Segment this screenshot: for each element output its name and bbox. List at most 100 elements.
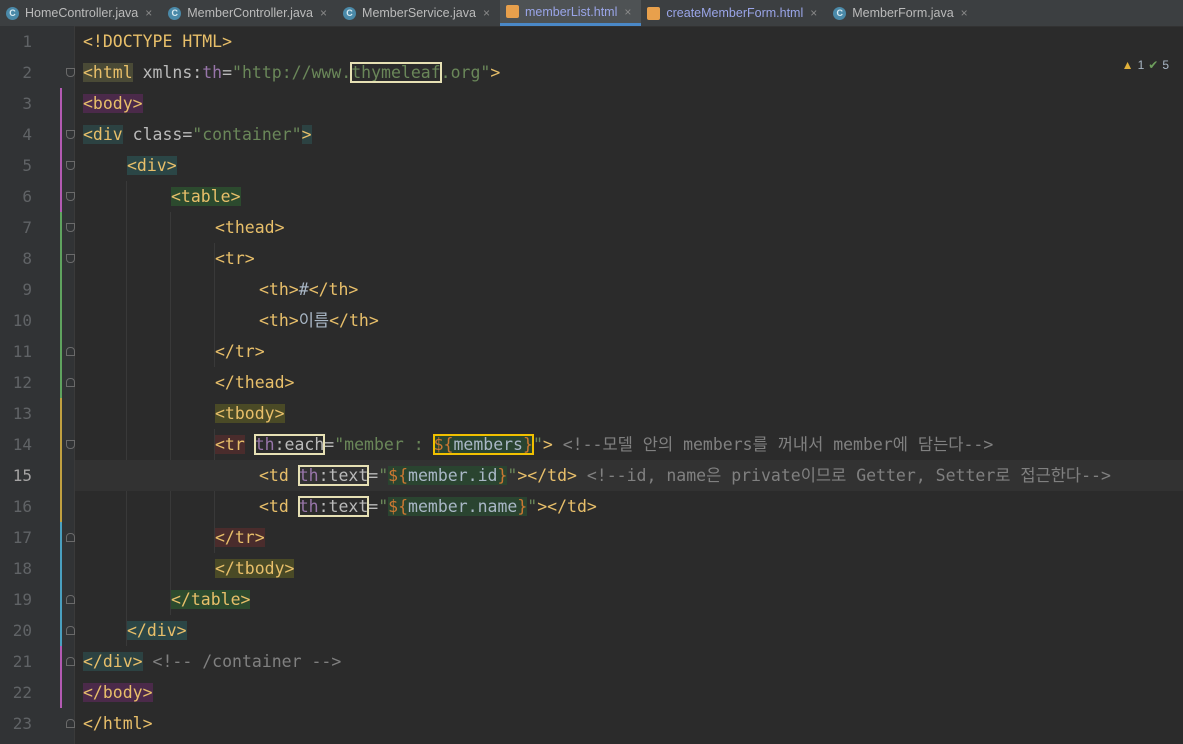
code-line-6[interactable]: <table> xyxy=(75,181,1183,212)
tab-label: MemberService.java xyxy=(362,6,476,20)
thymeleaf-highlight: thymeleaf xyxy=(350,62,442,83)
line-number[interactable]: 1 xyxy=(0,26,32,57)
line-number[interactable]: 6 xyxy=(0,181,32,212)
line-number[interactable]: 21 xyxy=(0,646,32,677)
change-marker xyxy=(60,398,62,522)
tab-label: memberList.html xyxy=(524,4,618,19)
th-each-highlight: th:each xyxy=(253,434,326,455)
line-number-gutter: 1 2 3 4 5 6 7 8 9 10 11 12 13 14 15 16 17 18 19 20 21 22 23 xyxy=(0,26,75,744)
code-line-5[interactable]: <div> xyxy=(75,150,1183,181)
code-line-11[interactable]: </tr> xyxy=(75,336,1183,367)
code-line-12[interactable]: </thead> xyxy=(75,367,1183,398)
code-line-7[interactable]: <thead> xyxy=(75,212,1183,243)
code-line-14[interactable]: <tr th:each="member : ${members}"> <!--모… xyxy=(75,429,1183,460)
html-file-icon xyxy=(505,5,519,18)
fold-collapse-icon[interactable] xyxy=(66,254,75,263)
tab-homecontroller-java[interactable]: C HomeController.java × xyxy=(0,0,162,26)
tab-memberlist-html[interactable]: memberList.html × xyxy=(499,0,642,26)
warning-count: 1 xyxy=(1137,58,1145,72)
change-marker xyxy=(60,88,62,212)
close-icon[interactable]: × xyxy=(624,5,631,19)
code-line-21[interactable]: </div> <!-- /container --> xyxy=(75,646,1183,677)
tab-label: MemberController.java xyxy=(187,6,314,20)
line-number[interactable]: 10 xyxy=(0,305,32,336)
line-number[interactable]: 15 xyxy=(0,460,32,491)
code-line-9[interactable]: <th>#</th> xyxy=(75,274,1183,305)
line-number[interactable]: 9 xyxy=(0,274,32,305)
fold-end-icon[interactable] xyxy=(66,657,75,666)
code-line-18[interactable]: </tbody> xyxy=(75,553,1183,584)
tab-memberform-java[interactable]: C MemberForm.java × xyxy=(827,0,977,26)
code-line-10[interactable]: <th>이름</th> xyxy=(75,305,1183,336)
fold-end-icon[interactable] xyxy=(66,719,75,728)
th-text-highlight: th:text xyxy=(297,496,370,517)
line-number[interactable]: 11 xyxy=(0,336,32,367)
line-number[interactable]: 13 xyxy=(0,398,32,429)
line-number[interactable]: 12 xyxy=(0,367,32,398)
inspection-widget[interactable]: ▲ 1 ✔ 5 xyxy=(1122,58,1169,72)
fold-end-icon[interactable] xyxy=(66,626,75,635)
line-number[interactable]: 5 xyxy=(0,150,32,181)
close-icon[interactable]: × xyxy=(810,6,817,20)
java-class-icon: C xyxy=(168,6,182,20)
tab-memberservice-java[interactable]: C MemberService.java × xyxy=(337,0,500,26)
warning-icon: ▲ xyxy=(1121,58,1134,72)
tab-label: MemberForm.java xyxy=(852,6,954,20)
tab-creatememberform-html[interactable]: createMemberForm.html × xyxy=(641,0,827,26)
change-marker xyxy=(60,646,62,708)
code-line-2[interactable]: <html xmlns:th="http://www.thymeleaf.org… xyxy=(75,57,1183,88)
code-line-13[interactable]: <tbody> xyxy=(75,398,1183,429)
tab-label: createMemberForm.html xyxy=(666,6,804,20)
tab-label: HomeController.java xyxy=(25,6,139,20)
line-number[interactable]: 8 xyxy=(0,243,32,274)
close-icon[interactable]: × xyxy=(961,6,968,20)
line-number[interactable]: 4 xyxy=(0,119,32,150)
line-number[interactable]: 18 xyxy=(0,553,32,584)
check-icon: ✔ xyxy=(1148,58,1159,72)
line-number[interactable]: 2 xyxy=(0,57,32,88)
code-line-22[interactable]: </body> xyxy=(75,677,1183,708)
fold-end-icon[interactable] xyxy=(66,378,75,387)
members-expression-highlight: ${members} xyxy=(432,434,534,455)
code-line-8[interactable]: <tr> xyxy=(75,243,1183,274)
fold-end-icon[interactable] xyxy=(66,533,75,542)
code-line-23[interactable]: </html> xyxy=(75,708,1183,739)
th-text-highlight: th:text xyxy=(297,465,370,486)
fold-collapse-icon[interactable] xyxy=(66,68,75,77)
code-line-19[interactable]: </table> xyxy=(75,584,1183,615)
line-number[interactable]: 19 xyxy=(0,584,32,615)
line-number[interactable]: 22 xyxy=(0,677,32,708)
line-number[interactable]: 23 xyxy=(0,708,32,739)
fold-collapse-icon[interactable] xyxy=(66,223,75,232)
fold-collapse-icon[interactable] xyxy=(66,130,75,139)
html-file-icon xyxy=(647,6,661,20)
close-icon[interactable]: × xyxy=(145,6,152,20)
code-line-17[interactable]: </tr> xyxy=(75,522,1183,553)
java-class-icon: C xyxy=(6,6,19,20)
change-marker xyxy=(60,522,62,646)
code-line-1[interactable]: <!DOCTYPE HTML> xyxy=(75,26,1183,57)
weak-warning-count: 5 xyxy=(1162,58,1169,72)
line-number[interactable]: 3 xyxy=(0,88,32,119)
code-editor[interactable]: <!DOCTYPE HTML> <html xmlns:th="http://w… xyxy=(75,26,1183,744)
close-icon[interactable]: × xyxy=(483,6,490,20)
code-line-16[interactable]: <td th:text="${member.name}"></td> xyxy=(75,491,1183,522)
code-line-3[interactable]: <body> xyxy=(75,88,1183,119)
line-number[interactable]: 7 xyxy=(0,212,32,243)
code-line-4[interactable]: <div class="container"> xyxy=(75,119,1183,150)
fold-end-icon[interactable] xyxy=(66,595,75,604)
fold-collapse-icon[interactable] xyxy=(66,440,75,449)
fold-collapse-icon[interactable] xyxy=(66,161,75,170)
line-number[interactable]: 17 xyxy=(0,522,32,553)
tab-membercontroller-java[interactable]: C MemberController.java × xyxy=(162,0,337,26)
line-number[interactable]: 20 xyxy=(0,615,32,646)
code-line-15[interactable]: <td th:text="${member.id}"></td> <!--id,… xyxy=(75,460,1183,491)
code-line-20[interactable]: </div> xyxy=(75,615,1183,646)
change-marker xyxy=(60,212,62,398)
java-class-icon: C xyxy=(833,6,847,20)
line-number[interactable]: 16 xyxy=(0,491,32,522)
fold-end-icon[interactable] xyxy=(66,347,75,356)
fold-collapse-icon[interactable] xyxy=(66,192,75,201)
line-number[interactable]: 14 xyxy=(0,429,32,460)
close-icon[interactable]: × xyxy=(320,6,327,20)
